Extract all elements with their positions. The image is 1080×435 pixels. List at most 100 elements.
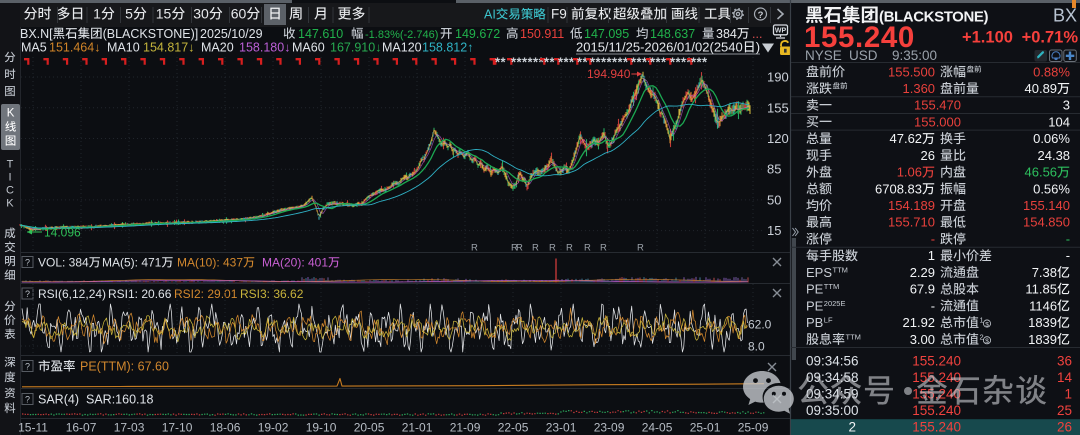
svg-text:15: 15 xyxy=(156,6,172,22)
svg-text:R: R xyxy=(549,243,556,254)
svg-text:MA5: MA5 xyxy=(21,41,47,55)
svg-text:1: 1 xyxy=(928,248,935,263)
svg-text:16-07: 16-07 xyxy=(66,421,97,435)
svg-text:R: R xyxy=(516,243,523,254)
svg-text:0.06%: 0.06% xyxy=(1033,131,1070,146)
svg-text:F9: F9 xyxy=(551,7,567,22)
svg-text:150.911: 150.911 xyxy=(520,27,564,41)
svg-text:TTM: TTM xyxy=(833,265,848,274)
svg-text:8.0: 8.0 xyxy=(748,340,765,354)
svg-text:14: 14 xyxy=(1057,370,1073,385)
svg-text:46.56: 46.56 xyxy=(1025,165,1058,180)
svg-text:R: R xyxy=(584,243,591,254)
svg-text:155.710: 155.710 xyxy=(888,215,935,230)
svg-text:1.360: 1.360 xyxy=(903,81,936,96)
svg-text:R: R xyxy=(637,243,644,254)
svg-text:R: R xyxy=(566,243,573,254)
svg-text:167.910↓: 167.910↓ xyxy=(330,41,381,55)
svg-text:40.89: 40.89 xyxy=(1025,81,1058,96)
svg-text:67.9: 67.9 xyxy=(910,282,935,297)
svg-text:60: 60 xyxy=(231,6,247,22)
svg-text:09:35:00: 09:35:00 xyxy=(806,403,859,418)
svg-text:LF: LF xyxy=(824,316,833,325)
svg-text:): ) xyxy=(756,40,760,55)
svg-text:+0.71%: +0.71% xyxy=(1022,29,1079,47)
svg-text:11.85: 11.85 xyxy=(1025,282,1057,297)
svg-text:5: 5 xyxy=(125,6,133,22)
svg-text:6708.83: 6708.83 xyxy=(875,181,922,196)
svg-text:1: 1 xyxy=(1065,387,1073,402)
svg-text:155.240: 155.240 xyxy=(912,420,961,435)
svg-text:RSI(6,12,24): RSI(6,12,24) xyxy=(38,287,106,301)
svg-text:26: 26 xyxy=(1057,420,1072,435)
svg-text:R: R xyxy=(532,243,539,254)
svg-text:17-10: 17-10 xyxy=(162,421,193,435)
svg-text:MA20: MA20 xyxy=(201,41,234,55)
svg-text:-: - xyxy=(931,298,935,313)
svg-text:1146: 1146 xyxy=(1029,298,1057,313)
svg-text:155.240: 155.240 xyxy=(912,353,961,368)
svg-text:47.62: 47.62 xyxy=(890,131,923,146)
svg-text:MA10: MA10 xyxy=(107,41,140,55)
svg-text:PE: PE xyxy=(806,298,824,313)
svg-text:RSI1: 20.66: RSI1: 20.66 xyxy=(108,287,172,301)
svg-text:BX: BX xyxy=(1053,6,1077,26)
svg-text:SAR(4): SAR(4) xyxy=(38,393,79,407)
svg-text:3: 3 xyxy=(1063,98,1070,113)
svg-text:15: 15 xyxy=(767,223,781,238)
svg-text:PE: PE xyxy=(806,282,824,297)
svg-text:85: 85 xyxy=(767,162,781,177)
svg-text:155.140: 155.140 xyxy=(1023,198,1070,213)
svg-text:?: ? xyxy=(25,258,30,268)
svg-text:2015/11/25-2026/01/02(2540: 2015/11/25-2026/01/02(2540 xyxy=(576,40,743,55)
svg-text:USD: USD xyxy=(849,48,878,63)
svg-text:154.817↓: 154.817↓ xyxy=(143,41,194,55)
svg-text:?: ? xyxy=(758,10,764,21)
svg-text:-: - xyxy=(1066,248,1070,263)
svg-text:$: $ xyxy=(985,321,989,328)
svg-text:155.000: 155.000 xyxy=(914,114,961,129)
svg-text:19-02: 19-02 xyxy=(258,421,289,435)
svg-text:158.180↓: 158.180↓ xyxy=(239,41,290,55)
svg-text:25-01: 25-01 xyxy=(690,421,721,435)
svg-text:(BLACKSTONE)]: (BLACKSTONE)] xyxy=(103,27,199,41)
svg-text:2.29: 2.29 xyxy=(910,265,935,280)
svg-text:+1.100: +1.100 xyxy=(962,29,1013,47)
svg-text:1839: 1839 xyxy=(1028,315,1057,330)
svg-text:C: C xyxy=(6,185,14,197)
svg-text:9:35:00: 9:35:00 xyxy=(892,48,937,63)
svg-text:TTM: TTM xyxy=(846,332,861,341)
svg-text:20-05: 20-05 xyxy=(354,421,385,435)
svg-text:155.240: 155.240 xyxy=(912,403,961,418)
svg-text:151.464↓: 151.464↓ xyxy=(49,41,100,55)
svg-text:155.470: 155.470 xyxy=(914,98,961,113)
svg-text:22-05: 22-05 xyxy=(498,421,529,435)
svg-text:14.096: 14.096 xyxy=(44,226,81,240)
svg-text:?: ? xyxy=(25,289,30,299)
svg-text:1: 1 xyxy=(93,6,101,22)
svg-text:26: 26 xyxy=(921,148,935,163)
svg-text:-1.83%(-2.746): -1.83%(-2.746) xyxy=(365,29,438,41)
svg-text:1.06: 1.06 xyxy=(897,165,922,180)
svg-text:0.88%: 0.88% xyxy=(1033,64,1070,79)
svg-text:09:34:56: 09:34:56 xyxy=(806,353,859,368)
svg-text:-: - xyxy=(1066,232,1070,247)
svg-text:MA(5): 471: MA(5): 471 xyxy=(102,256,162,270)
svg-text:36: 36 xyxy=(1057,353,1072,368)
svg-text:PE(TTM): 67.60: PE(TTM): 67.60 xyxy=(80,360,169,374)
svg-text:RSI3: 36.62: RSI3: 36.62 xyxy=(240,287,304,301)
svg-text:147.610: 147.610 xyxy=(298,27,343,41)
svg-text:RSI2: 29.01: RSI2: 29.01 xyxy=(174,287,238,301)
svg-text:50: 50 xyxy=(767,192,781,207)
svg-text:?: ? xyxy=(25,395,30,405)
svg-text:149.672: 149.672 xyxy=(455,27,500,41)
svg-text:15-11: 15-11 xyxy=(18,421,48,435)
svg-text:R: R xyxy=(600,243,607,254)
svg-text:23-09: 23-09 xyxy=(594,421,625,435)
svg-text:0.56%: 0.56% xyxy=(1033,181,1070,196)
svg-text:BX.N[: BX.N[ xyxy=(20,27,53,41)
svg-text:30: 30 xyxy=(193,6,209,22)
svg-text:2025/10/29: 2025/10/29 xyxy=(200,27,263,41)
svg-text:21.92: 21.92 xyxy=(903,315,936,330)
svg-text:24.38: 24.38 xyxy=(1038,148,1071,163)
